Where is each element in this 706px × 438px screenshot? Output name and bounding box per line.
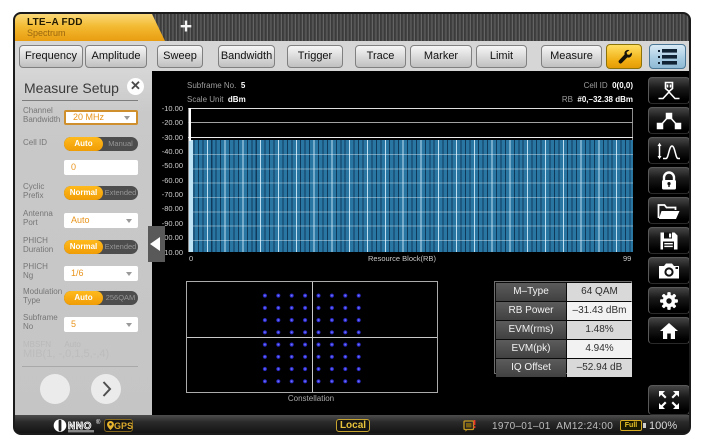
- svg-text:®: ®: [96, 419, 101, 426]
